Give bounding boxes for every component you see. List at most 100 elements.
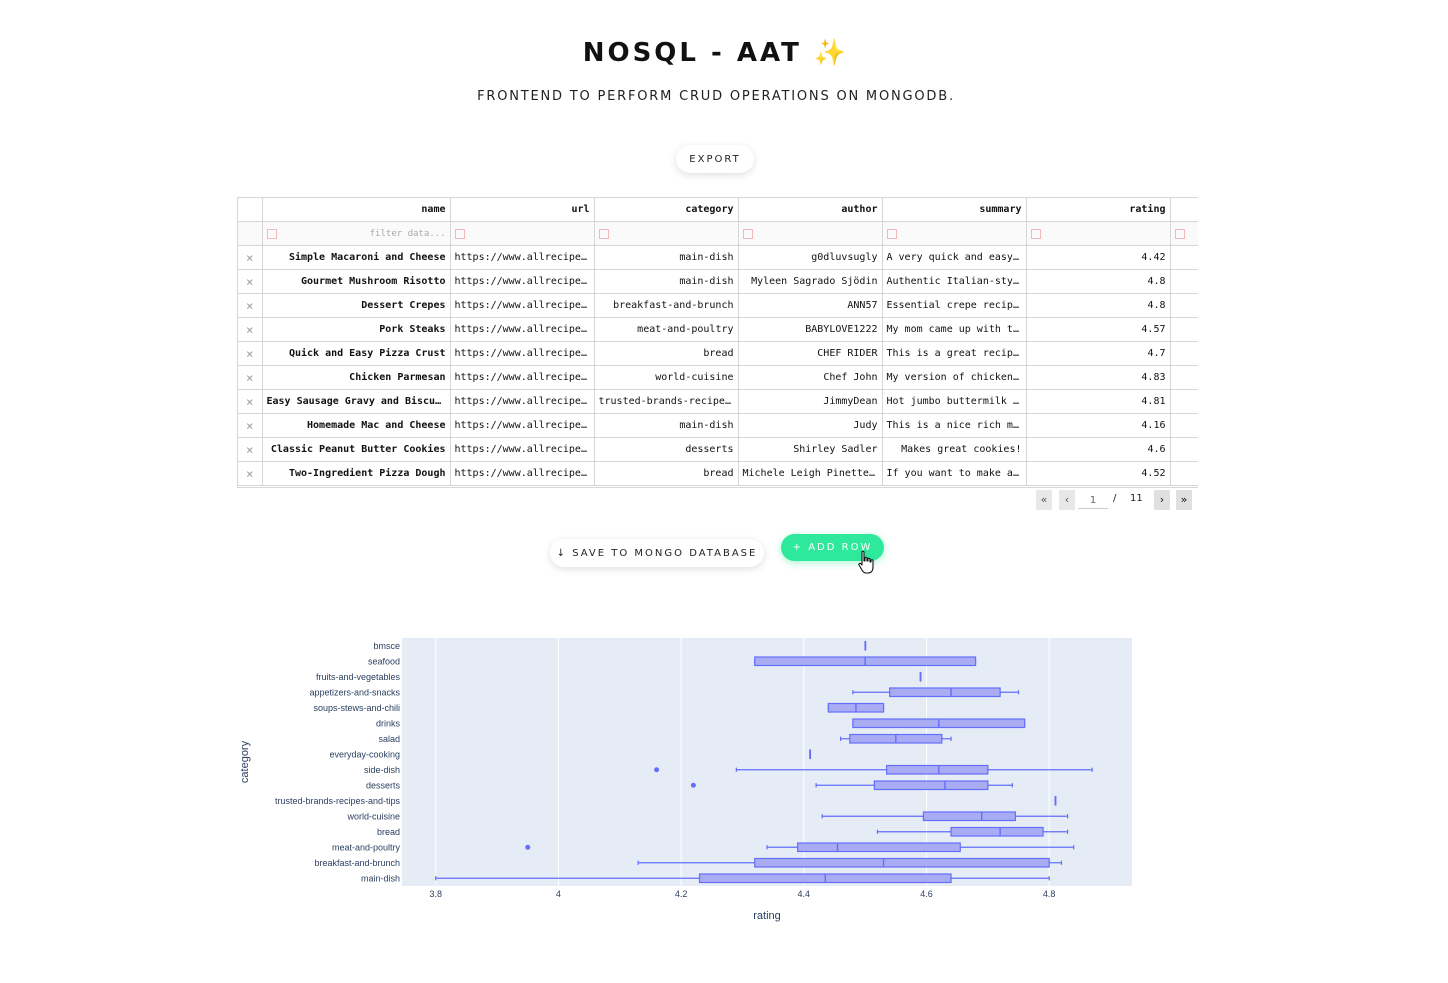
cell-author[interactable]: g0dluvsugly — [738, 245, 883, 270]
cell-category[interactable]: desserts — [594, 437, 739, 462]
cell-author[interactable]: BABYLOVE1222 — [738, 317, 883, 342]
cell-url[interactable]: https://www.allrecipes… — [450, 437, 595, 462]
cell-category[interactable]: bread — [594, 341, 739, 366]
filter-summary-input[interactable] — [882, 221, 1027, 246]
cell-overflow[interactable] — [1170, 365, 1198, 390]
cell-name[interactable]: Quick and Easy Pizza Crust — [262, 341, 451, 366]
first-page-button[interactable]: « — [1036, 490, 1052, 510]
export-button[interactable]: EXPORT — [676, 145, 754, 173]
cell-name[interactable]: Chicken Parmesan — [262, 365, 451, 390]
cell-rating[interactable]: 4.8 — [1026, 293, 1171, 318]
cell-name[interactable]: Homemade Mac and Cheese — [262, 413, 451, 438]
column-header-summary[interactable]: summary — [882, 198, 1027, 222]
cell-overflow[interactable] — [1170, 461, 1198, 486]
cell-url[interactable]: https://www.allrecipes… — [450, 461, 595, 486]
cell-category[interactable]: main-dish — [594, 269, 739, 294]
cell-author[interactable]: ANN57 — [738, 293, 883, 318]
case-toggle-icon[interactable] — [1030, 229, 1041, 239]
cell-overflow[interactable] — [1170, 341, 1198, 366]
cell-url[interactable]: https://www.allrecipes… — [450, 389, 595, 414]
column-header-category[interactable]: category — [594, 198, 739, 222]
cell-url[interactable]: https://www.allrecipes… — [450, 341, 595, 366]
last-page-button[interactable]: » — [1176, 490, 1192, 510]
cell-overflow[interactable] — [1170, 293, 1198, 318]
filter-rating-input[interactable] — [1026, 221, 1171, 246]
delete-row-icon[interactable]: × — [238, 437, 263, 462]
cell-rating[interactable]: 4.52 — [1026, 461, 1171, 486]
cell-name[interactable]: Dessert Crepes — [262, 293, 451, 318]
cell-summary[interactable]: Makes great cookies! — [882, 437, 1027, 462]
cell-category[interactable]: breakfast-and-brunch — [594, 293, 739, 318]
cell-url[interactable]: https://www.allrecipes… — [450, 413, 595, 438]
cell-author[interactable]: JimmyDean — [738, 389, 883, 414]
delete-row-icon[interactable]: × — [238, 413, 263, 438]
case-toggle-icon[interactable] — [1174, 229, 1185, 239]
cell-overflow[interactable] — [1170, 389, 1198, 414]
filter-name-input[interactable]: filter data... — [262, 221, 451, 246]
cell-author[interactable]: Chef John — [738, 365, 883, 390]
cell-author[interactable]: Michele Leigh Pinette … — [738, 461, 883, 486]
cell-category[interactable]: main-dish — [594, 245, 739, 270]
cell-url[interactable]: https://www.allrecipes… — [450, 365, 595, 390]
cell-name[interactable]: Easy Sausage Gravy and Biscuits — [262, 389, 451, 414]
delete-row-icon[interactable]: × — [238, 365, 263, 390]
cell-url[interactable]: https://www.allrecipes… — [450, 293, 595, 318]
cell-summary[interactable]: Hot jumbo buttermilk b… — [882, 389, 1027, 414]
delete-row-icon[interactable]: × — [238, 245, 263, 270]
cell-name[interactable]: Gourmet Mushroom Risotto — [262, 269, 451, 294]
cell-name[interactable]: Simple Macaroni and Cheese — [262, 245, 451, 270]
cell-summary[interactable]: A very quick and easy … — [882, 245, 1027, 270]
cell-rating[interactable]: 4.7 — [1026, 341, 1171, 366]
filter-author-input[interactable] — [738, 221, 883, 246]
column-header-rating[interactable]: rating — [1026, 198, 1171, 222]
cell-category[interactable]: bread — [594, 461, 739, 486]
cell-summary[interactable]: Authentic Italian-styl… — [882, 269, 1027, 294]
delete-row-icon[interactable]: × — [238, 317, 263, 342]
cell-name[interactable]: Two-Ingredient Pizza Dough — [262, 461, 451, 486]
next-page-button[interactable]: › — [1154, 490, 1170, 510]
column-header-author[interactable]: author — [738, 198, 883, 222]
cell-category[interactable]: world-cuisine — [594, 365, 739, 390]
cell-rating[interactable]: 4.8 — [1026, 269, 1171, 294]
case-toggle-icon[interactable] — [598, 229, 609, 239]
prev-page-button[interactable]: ‹ — [1059, 490, 1075, 510]
cell-name[interactable]: Classic Peanut Butter Cookies — [262, 437, 451, 462]
cell-rating[interactable]: 4.42 — [1026, 245, 1171, 270]
cell-author[interactable]: Judy — [738, 413, 883, 438]
cell-author[interactable]: CHEF RIDER — [738, 341, 883, 366]
case-toggle-icon[interactable] — [266, 229, 277, 239]
filter-overflow-input[interactable] — [1170, 221, 1198, 246]
cell-summary[interactable]: Essential crepe recipe… — [882, 293, 1027, 318]
case-toggle-icon[interactable] — [886, 229, 897, 239]
page-number-input[interactable] — [1078, 492, 1108, 509]
cell-summary[interactable]: If you want to make a … — [882, 461, 1027, 486]
delete-row-icon[interactable]: × — [238, 389, 263, 414]
cell-overflow[interactable] — [1170, 269, 1198, 294]
delete-row-icon[interactable]: × — [238, 341, 263, 366]
cell-summary[interactable]: My mom came up with th… — [882, 317, 1027, 342]
filter-category-input[interactable] — [594, 221, 739, 246]
cell-author[interactable]: Shirley Sadler — [738, 437, 883, 462]
cell-url[interactable]: https://www.allrecipes… — [450, 317, 595, 342]
cell-summary[interactable]: My version of chicken … — [882, 365, 1027, 390]
cell-overflow[interactable] — [1170, 245, 1198, 270]
cell-overflow[interactable] — [1170, 413, 1198, 438]
cell-summary[interactable]: This is a great recipe… — [882, 341, 1027, 366]
cell-url[interactable]: https://www.allrecipes… — [450, 269, 595, 294]
cell-category[interactable]: main-dish — [594, 413, 739, 438]
cell-rating[interactable]: 4.83 — [1026, 365, 1171, 390]
filter-url-input[interactable] — [450, 221, 595, 246]
cell-name[interactable]: Pork Steaks — [262, 317, 451, 342]
delete-row-icon[interactable]: × — [238, 461, 263, 486]
column-header-name[interactable]: name — [262, 198, 451, 222]
cell-rating[interactable]: 4.16 — [1026, 413, 1171, 438]
cell-rating[interactable]: 4.57 — [1026, 317, 1171, 342]
column-header-url[interactable]: url — [450, 198, 595, 222]
cell-overflow[interactable] — [1170, 317, 1198, 342]
case-toggle-icon[interactable] — [454, 229, 465, 239]
cell-url[interactable]: https://www.allrecipes… — [450, 245, 595, 270]
cell-summary[interactable]: This is a nice rich ma… — [882, 413, 1027, 438]
cell-rating[interactable]: 4.81 — [1026, 389, 1171, 414]
cell-rating[interactable]: 4.6 — [1026, 437, 1171, 462]
case-toggle-icon[interactable] — [742, 229, 753, 239]
